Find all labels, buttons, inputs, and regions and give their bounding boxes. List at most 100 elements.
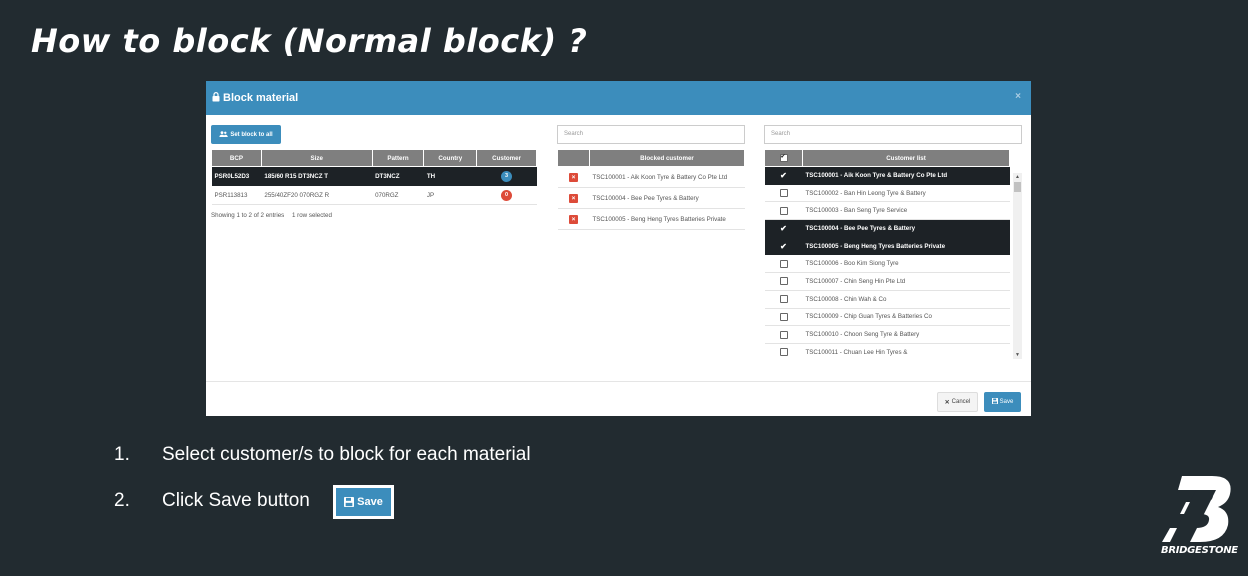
checkbox[interactable] <box>779 206 788 215</box>
set-block-label: Set block to all <box>230 131 273 138</box>
customer-name: TSC100010 - Choon Seng Tyre & Battery <box>802 325 1010 344</box>
scroll-down-icon[interactable]: ▼ <box>1015 352 1020 358</box>
customer-name: TSC100004 - Bee Pee Tyres & Battery <box>802 219 1010 238</box>
checkbox[interactable] <box>779 295 788 304</box>
cancel-label: Cancel <box>951 399 971 405</box>
checkbox-cell: ✔ <box>764 166 803 185</box>
material-table: BCP Size Pattern Country Customer PSR0L5… <box>211 149 537 205</box>
checkbox-cell: ✔ <box>764 219 803 238</box>
blocked-customer-name: TSC100001 - Aik Koon Tyre & Battery Co P… <box>589 166 745 188</box>
scroll-thumb[interactable] <box>1014 182 1021 192</box>
column-header[interactable]: Customer <box>476 149 537 167</box>
column-header[interactable]: BCP <box>211 149 262 167</box>
customer-row[interactable]: TSC100011 - Chuan Lee Hin Tyres & <box>764 343 1010 359</box>
blocked-customer-name: TSC100004 - Bee Pee Tyres & Battery <box>589 187 745 209</box>
close-icon: ✕ <box>944 399 950 406</box>
users-icon <box>219 130 229 139</box>
customer-name: TSC100009 - Chip Guan Tyres & Batteries … <box>802 308 1010 327</box>
inline-save-button-illustration: Save <box>333 485 394 519</box>
step-1: 1. Select customer/s to block for each ma… <box>114 444 531 466</box>
table-row: × TSC100004 - Bee Pee Tyres & Battery <box>557 187 745 209</box>
selected-info: 1 row selected <box>292 212 332 219</box>
customer-name: TSC100002 - Ban Hin Leong Tyre & Battery <box>802 184 1010 203</box>
checkbox-cell <box>764 290 803 309</box>
customer-row[interactable]: ✔ TSC100001 - Aik Koon Tyre & Battery Co … <box>764 166 1010 185</box>
checkbox-cell <box>764 343 803 359</box>
checkmark-icon[interactable]: ✔ <box>780 224 787 233</box>
checkbox-cell <box>764 308 803 327</box>
select-all-checkbox[interactable]: ✔ <box>779 154 788 162</box>
close-icon[interactable]: × <box>1015 91 1021 102</box>
customer-row[interactable]: TSC100008 - Chin Wah & Co <box>764 290 1010 309</box>
customer-name: TSC100006 - Boo Kim Siong Tyre <box>802 254 1010 274</box>
table-row: × TSC100001 - Aik Koon Tyre & Battery Co… <box>557 166 745 188</box>
bridgestone-logo-icon <box>1162 476 1231 542</box>
remove-icon[interactable]: × <box>569 214 578 224</box>
checkbox-cell: ✔ <box>764 237 803 256</box>
customer-row[interactable]: TSC100007 - Chin Seng Hin Pte Ltd <box>764 272 1010 291</box>
customer-name: TSC100005 - Beng Heng Tyres Batteries Pr… <box>802 237 1010 256</box>
entries-info: Showing 1 to 2 of 2 entries <box>211 212 285 219</box>
cancel-button[interactable]: ✕ Cancel <box>937 392 978 412</box>
customer-list-table: ✔ Customer list ✔ TSC100001 - Aik Koon Ty… <box>764 149 1010 359</box>
checkbox[interactable] <box>779 348 788 357</box>
checkbox-cell <box>764 201 803 221</box>
floppy-disk-icon <box>344 497 355 507</box>
customer-row[interactable]: TSC100010 - Choon Seng Tyre & Battery <box>764 325 1010 344</box>
table-row[interactable]: PSR113813 255/40ZF20 070RGZ R 070RGZ JP … <box>211 185 537 205</box>
customer-row[interactable]: ✔ TSC100005 - Beng Heng Tyres Batteries P… <box>764 237 1010 256</box>
customer-name: TSC100003 - Ban Seng Tyre Service <box>802 201 1010 221</box>
remove-icon[interactable]: × <box>569 193 578 203</box>
customer-row[interactable]: TSC100009 - Chip Guan Tyres & Batteries … <box>764 308 1010 327</box>
table-row: × TSC100005 - Beng Heng Tyres Batteries … <box>557 208 745 230</box>
step-text: Click Save button <box>162 490 310 511</box>
modal-header: Block material × <box>206 81 1031 115</box>
block-material-modal: Block material × Set block to all BCP Si… <box>206 81 1031 416</box>
size-cell: 255/40ZF20 070RGZ R <box>261 185 373 205</box>
remove-icon[interactable]: × <box>569 172 578 182</box>
checkbox-cell <box>764 184 803 203</box>
modal-footer: ✕ Cancel Save <box>206 381 1031 416</box>
inline-save-inner: Save <box>336 488 391 516</box>
checkbox-cell <box>764 272 803 291</box>
customer-row[interactable]: ✔ TSC100004 - Bee Pee Tyres & Battery <box>764 219 1010 238</box>
save-button[interactable]: Save <box>984 392 1021 412</box>
column-header[interactable]: Country <box>423 149 478 167</box>
checkmark-icon[interactable]: ✔ <box>780 171 787 180</box>
modal-title: Block material <box>223 92 299 104</box>
step-2: 2. Click Save button <box>114 490 310 512</box>
save-label: Save <box>999 399 1014 405</box>
select-all-header[interactable]: ✔ <box>764 149 803 167</box>
customer-row[interactable]: TSC100002 - Ban Hin Leong Tyre & Battery <box>764 184 1010 203</box>
customer-name: TSC100008 - Chin Wah & Co <box>802 290 1010 309</box>
customer-search-input[interactable]: Search <box>764 125 1022 144</box>
bridgestone-wordmark: BRIDGESTONE <box>1161 545 1238 556</box>
blocked-customer-name: TSC100005 - Beng Heng Tyres Batteries Pr… <box>589 208 745 230</box>
scrollbar[interactable]: ▲ ▼ <box>1013 173 1022 359</box>
column-header[interactable]: Size <box>260 149 373 167</box>
size-cell: 185/60 R15 DT3NCZ T <box>261 166 373 186</box>
column-header: Customer list <box>802 149 1010 167</box>
checkbox[interactable] <box>779 277 788 286</box>
checkbox[interactable] <box>779 312 788 321</box>
column-header[interactable]: Pattern <box>371 149 425 167</box>
customer-count-badge: 3 <box>501 170 513 182</box>
table-row[interactable]: PSR0L52D3 185/60 R15 DT3NCZ T DT3NCZ TH … <box>211 166 537 186</box>
customer-row[interactable]: TSC100006 - Boo Kim Siong Tyre <box>764 254 1010 274</box>
step-text: Select customer/s to block for each mate… <box>162 444 531 465</box>
set-block-to-all-button[interactable]: Set block to all <box>211 125 281 144</box>
column-header: Blocked customer <box>589 149 745 167</box>
table-info: Showing 1 to 2 of 2 entries 1 row select… <box>211 212 332 219</box>
step-number: 2. <box>114 490 130 511</box>
customer-cell: 0 <box>476 185 537 205</box>
blocked-search-input[interactable]: Search <box>557 125 745 144</box>
checkmark-icon[interactable]: ✔ <box>780 242 787 251</box>
scroll-up-icon[interactable]: ▲ <box>1015 174 1020 180</box>
checkbox[interactable] <box>779 189 788 198</box>
remove-cell: × <box>557 208 590 230</box>
blocked-customer-table: Blocked customer × TSC100001 - Aik Koon … <box>557 149 745 230</box>
checkbox[interactable] <box>779 259 788 268</box>
remove-cell: × <box>557 187 590 209</box>
customer-row[interactable]: TSC100003 - Ban Seng Tyre Service <box>764 201 1010 221</box>
checkbox[interactable] <box>779 330 788 339</box>
